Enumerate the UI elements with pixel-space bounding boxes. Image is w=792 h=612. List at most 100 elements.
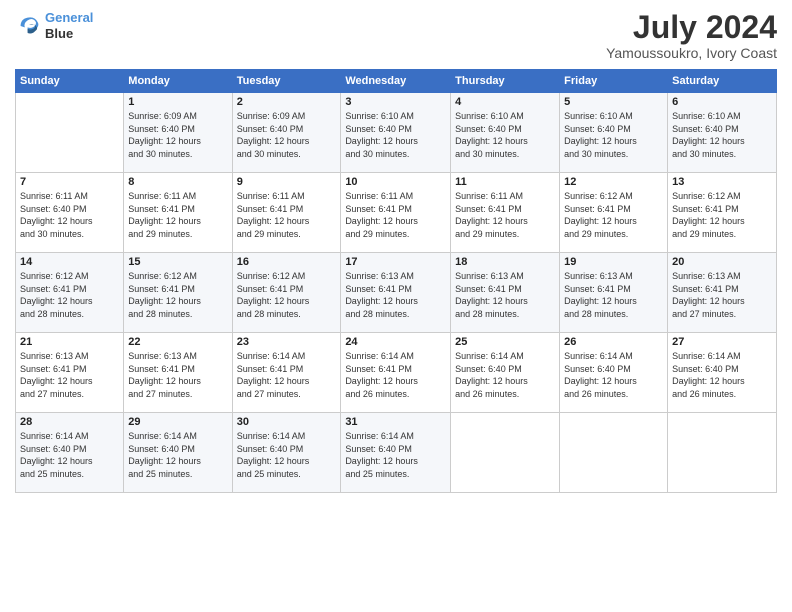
day-info: Sunrise: 6:11 AM Sunset: 6:41 PM Dayligh…	[128, 190, 227, 240]
day-info: Sunrise: 6:14 AM Sunset: 6:40 PM Dayligh…	[455, 350, 555, 400]
calendar-cell: 21 Sunrise: 6:13 AM Sunset: 6:41 PM Dayli…	[16, 333, 124, 413]
day-info: Sunrise: 6:10 AM Sunset: 6:40 PM Dayligh…	[564, 110, 663, 160]
subtitle: Yamoussoukro, Ivory Coast	[606, 45, 777, 61]
day-info: Sunrise: 6:14 AM Sunset: 6:40 PM Dayligh…	[345, 430, 446, 480]
calendar-cell: 5 Sunrise: 6:10 AM Sunset: 6:40 PM Daylig…	[560, 93, 668, 173]
day-info: Sunrise: 6:11 AM Sunset: 6:41 PM Dayligh…	[237, 190, 337, 240]
day-number: 27	[672, 336, 772, 348]
day-info: Sunrise: 6:10 AM Sunset: 6:40 PM Dayligh…	[455, 110, 555, 160]
day-info: Sunrise: 6:12 AM Sunset: 6:41 PM Dayligh…	[564, 190, 663, 240]
day-info: Sunrise: 6:14 AM Sunset: 6:40 PM Dayligh…	[564, 350, 663, 400]
day-number: 6	[672, 96, 772, 108]
calendar-cell	[16, 93, 124, 173]
calendar-week-row: 14 Sunrise: 6:12 AM Sunset: 6:41 PM Dayli…	[16, 253, 777, 333]
calendar-cell: 4 Sunrise: 6:10 AM Sunset: 6:40 PM Daylig…	[451, 93, 560, 173]
calendar-cell: 19 Sunrise: 6:13 AM Sunset: 6:41 PM Dayli…	[560, 253, 668, 333]
calendar-week-row: 28 Sunrise: 6:14 AM Sunset: 6:40 PM Dayli…	[16, 413, 777, 493]
day-number: 10	[345, 176, 446, 188]
calendar-cell: 14 Sunrise: 6:12 AM Sunset: 6:41 PM Dayli…	[16, 253, 124, 333]
day-number: 3	[345, 96, 446, 108]
calendar-week-row: 21 Sunrise: 6:13 AM Sunset: 6:41 PM Dayli…	[16, 333, 777, 413]
calendar-cell	[560, 413, 668, 493]
day-info: Sunrise: 6:09 AM Sunset: 6:40 PM Dayligh…	[237, 110, 337, 160]
day-info: Sunrise: 6:13 AM Sunset: 6:41 PM Dayligh…	[345, 270, 446, 320]
day-info: Sunrise: 6:10 AM Sunset: 6:40 PM Dayligh…	[672, 110, 772, 160]
day-info: Sunrise: 6:14 AM Sunset: 6:40 PM Dayligh…	[20, 430, 119, 480]
day-info: Sunrise: 6:14 AM Sunset: 6:41 PM Dayligh…	[237, 350, 337, 400]
logo: General Blue	[15, 10, 93, 41]
calendar-header-monday: Monday	[124, 70, 232, 93]
calendar-cell: 7Sunrise: 6:11 AM Sunset: 6:40 PM Daylig…	[16, 173, 124, 253]
calendar-cell: 23 Sunrise: 6:14 AM Sunset: 6:41 PM Dayli…	[232, 333, 341, 413]
day-number: 2	[237, 96, 337, 108]
day-info: Sunrise: 6:09 AM Sunset: 6:40 PM Dayligh…	[128, 110, 227, 160]
day-number: 14	[20, 256, 119, 268]
day-info: Sunrise: 6:13 AM Sunset: 6:41 PM Dayligh…	[20, 350, 119, 400]
calendar-cell	[451, 413, 560, 493]
day-number: 28	[20, 416, 119, 428]
day-number: 11	[455, 176, 555, 188]
calendar-cell: 12 Sunrise: 6:12 AM Sunset: 6:41 PM Dayli…	[560, 173, 668, 253]
day-number: 12	[564, 176, 663, 188]
calendar-cell: 2 Sunrise: 6:09 AM Sunset: 6:40 PM Daylig…	[232, 93, 341, 173]
day-info: Sunrise: 6:11 AM Sunset: 6:41 PM Dayligh…	[455, 190, 555, 240]
day-info: Sunrise: 6:14 AM Sunset: 6:41 PM Dayligh…	[345, 350, 446, 400]
calendar-cell: 16Sunrise: 6:12 AM Sunset: 6:41 PM Dayli…	[232, 253, 341, 333]
day-number: 20	[672, 256, 772, 268]
main-title: July 2024	[606, 10, 777, 45]
day-info: Sunrise: 6:14 AM Sunset: 6:40 PM Dayligh…	[128, 430, 227, 480]
calendar-cell: 8 Sunrise: 6:11 AM Sunset: 6:41 PM Daylig…	[124, 173, 232, 253]
day-number: 1	[128, 96, 227, 108]
logo-icon	[15, 12, 43, 40]
day-info: Sunrise: 6:11 AM Sunset: 6:41 PM Dayligh…	[345, 190, 446, 240]
header: General Blue July 2024 Yamoussoukro, Ivo…	[15, 10, 777, 61]
calendar-cell: 28 Sunrise: 6:14 AM Sunset: 6:40 PM Dayli…	[16, 413, 124, 493]
calendar-cell: 13Sunrise: 6:12 AM Sunset: 6:41 PM Dayli…	[668, 173, 777, 253]
calendar-header-saturday: Saturday	[668, 70, 777, 93]
day-number: 30	[237, 416, 337, 428]
calendar-header-friday: Friday	[560, 70, 668, 93]
day-number: 23	[237, 336, 337, 348]
calendar-week-row: 1 Sunrise: 6:09 AM Sunset: 6:40 PM Daylig…	[16, 93, 777, 173]
calendar-cell: 15Sunrise: 6:12 AM Sunset: 6:41 PM Dayli…	[124, 253, 232, 333]
day-number: 4	[455, 96, 555, 108]
day-number: 25	[455, 336, 555, 348]
day-number: 17	[345, 256, 446, 268]
calendar-header-thursday: Thursday	[451, 70, 560, 93]
day-number: 26	[564, 336, 663, 348]
day-number: 24	[345, 336, 446, 348]
day-info: Sunrise: 6:11 AM Sunset: 6:40 PM Dayligh…	[20, 190, 119, 240]
calendar-cell: 3 Sunrise: 6:10 AM Sunset: 6:40 PM Daylig…	[341, 93, 451, 173]
calendar-cell: 26 Sunrise: 6:14 AM Sunset: 6:40 PM Dayli…	[560, 333, 668, 413]
day-number: 19	[564, 256, 663, 268]
calendar-cell: 24 Sunrise: 6:14 AM Sunset: 6:41 PM Dayli…	[341, 333, 451, 413]
day-info: Sunrise: 6:13 AM Sunset: 6:41 PM Dayligh…	[455, 270, 555, 320]
calendar-cell	[668, 413, 777, 493]
day-number: 18	[455, 256, 555, 268]
day-number: 22	[128, 336, 227, 348]
calendar-cell: 30 Sunrise: 6:14 AM Sunset: 6:40 PM Dayli…	[232, 413, 341, 493]
calendar-cell: 31Sunrise: 6:14 AM Sunset: 6:40 PM Dayli…	[341, 413, 451, 493]
day-info: Sunrise: 6:14 AM Sunset: 6:40 PM Dayligh…	[237, 430, 337, 480]
day-number: 16	[237, 256, 337, 268]
calendar-cell: 27 Sunrise: 6:14 AM Sunset: 6:40 PM Dayli…	[668, 333, 777, 413]
calendar-cell: 6 Sunrise: 6:10 AM Sunset: 6:40 PM Daylig…	[668, 93, 777, 173]
day-number: 8	[128, 176, 227, 188]
calendar-table: SundayMondayTuesdayWednesdayThursdayFrid…	[15, 69, 777, 493]
day-info: Sunrise: 6:14 AM Sunset: 6:40 PM Dayligh…	[672, 350, 772, 400]
calendar-cell: 18 Sunrise: 6:13 AM Sunset: 6:41 PM Dayli…	[451, 253, 560, 333]
day-number: 15	[128, 256, 227, 268]
day-info: Sunrise: 6:13 AM Sunset: 6:41 PM Dayligh…	[672, 270, 772, 320]
day-info: Sunrise: 6:13 AM Sunset: 6:41 PM Dayligh…	[564, 270, 663, 320]
calendar-cell: 10 Sunrise: 6:11 AM Sunset: 6:41 PM Dayli…	[341, 173, 451, 253]
calendar-cell: 22Sunrise: 6:13 AM Sunset: 6:41 PM Dayli…	[124, 333, 232, 413]
day-info: Sunrise: 6:12 AM Sunset: 6:41 PM Dayligh…	[20, 270, 119, 320]
calendar-header-wednesday: Wednesday	[341, 70, 451, 93]
day-number: 21	[20, 336, 119, 348]
day-number: 5	[564, 96, 663, 108]
calendar-cell: 11 Sunrise: 6:11 AM Sunset: 6:41 PM Dayli…	[451, 173, 560, 253]
calendar-header-tuesday: Tuesday	[232, 70, 341, 93]
calendar-cell: 29Sunrise: 6:14 AM Sunset: 6:40 PM Dayli…	[124, 413, 232, 493]
calendar-cell: 25 Sunrise: 6:14 AM Sunset: 6:40 PM Dayli…	[451, 333, 560, 413]
day-info: Sunrise: 6:10 AM Sunset: 6:40 PM Dayligh…	[345, 110, 446, 160]
